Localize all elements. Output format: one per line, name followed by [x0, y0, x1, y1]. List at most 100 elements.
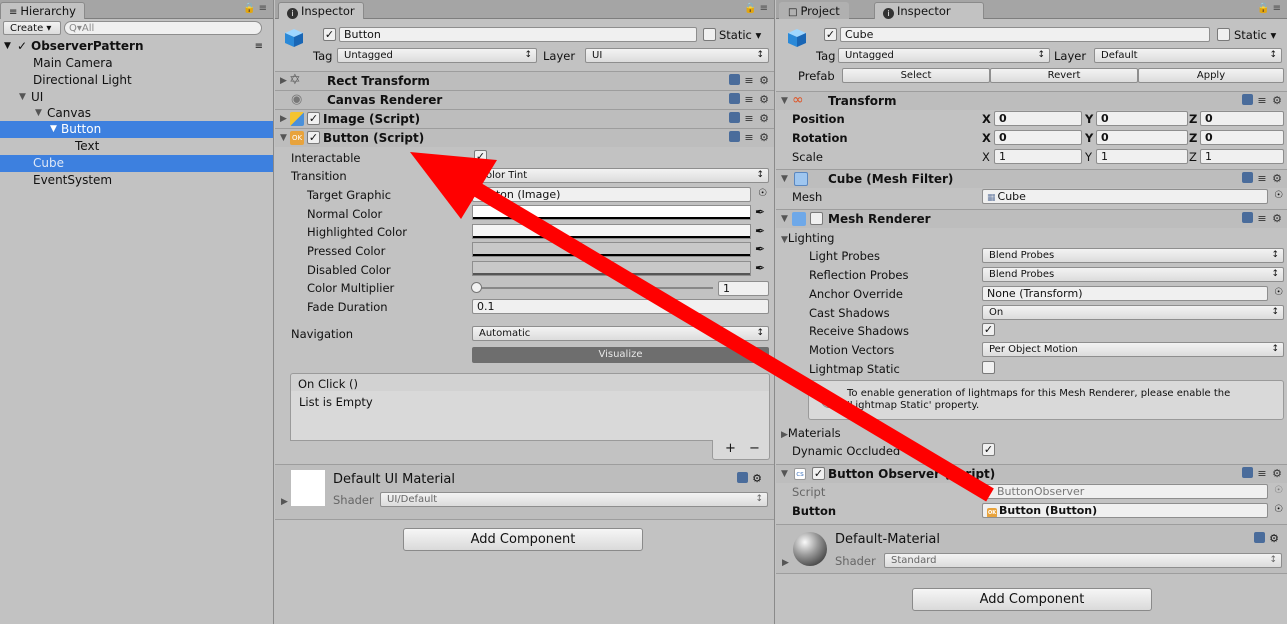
material-tools-icon[interactable]: ⚙: [737, 472, 762, 485]
reflection-probes-dropdown[interactable]: Blend Probes: [982, 267, 1284, 282]
eyedropper-icon[interactable]: ✒: [755, 242, 765, 256]
help-book-icon[interactable]: [1242, 94, 1254, 105]
help-book-icon[interactable]: [1242, 212, 1254, 223]
help-book-icon[interactable]: [729, 112, 741, 123]
rotation-y-input[interactable]: 0: [1096, 130, 1188, 145]
foldout-icon[interactable]: ▼: [781, 214, 788, 224]
image-enabled-checkbox[interactable]: ✓: [307, 112, 320, 125]
static-dropdown[interactable]: Static ▾: [719, 28, 761, 42]
color-multiplier-input[interactable]: 1: [718, 281, 769, 296]
add-component-button[interactable]: Add Component: [912, 588, 1152, 611]
active-checkbox[interactable]: ✓: [824, 28, 837, 41]
foldout-icon[interactable]: ▼: [35, 105, 42, 122]
foldout-icon[interactable]: ▶: [280, 76, 287, 86]
add-component-button[interactable]: Add Component: [403, 528, 643, 551]
foldout-icon[interactable]: ▼: [781, 469, 788, 479]
foldout-icon[interactable]: ▶: [781, 430, 788, 440]
help-book-icon[interactable]: [729, 93, 741, 104]
image-script-header[interactable]: ▶ ✓ Image (Script) ≡ ⚙: [275, 109, 774, 128]
foldout-icon[interactable]: ▶: [280, 114, 287, 124]
foldout-icon[interactable]: ▼: [280, 133, 287, 143]
component-tools-icon[interactable]: ≡ ⚙: [729, 131, 770, 144]
eyedropper-icon[interactable]: ✒: [755, 205, 765, 219]
button-observer-header[interactable]: ▼ cs ✓ Button Observer (Script) ≡ ⚙: [776, 464, 1287, 483]
tab-menu-icon[interactable]: 🔒 ≡: [243, 3, 267, 14]
rotation-x-input[interactable]: 0: [994, 130, 1082, 145]
static-checkbox[interactable]: [703, 28, 716, 41]
foldout-icon[interactable]: ▼: [19, 89, 26, 106]
color-multiplier-slider-track[interactable]: [476, 287, 713, 289]
add-event-button[interactable]: +: [725, 440, 736, 458]
tag-dropdown[interactable]: Untagged: [838, 48, 1050, 63]
object-picker-icon[interactable]: ☉: [1274, 190, 1283, 201]
dynamic-occluded-checkbox[interactable]: ✓: [982, 443, 995, 456]
component-tools-icon[interactable]: ≡ ⚙: [729, 93, 770, 106]
interactable-checkbox[interactable]: ✓: [474, 150, 487, 163]
scene-row[interactable]: ▼ ✓ ObserverPattern ≡: [0, 38, 273, 55]
hierarchy-item-ui[interactable]: ▼ UI: [0, 89, 273, 106]
highlighted-color-field[interactable]: [472, 224, 751, 239]
rotation-z-input[interactable]: 0: [1200, 130, 1284, 145]
materials-foldout[interactable]: ▶Materials: [781, 426, 841, 440]
help-book-icon[interactable]: [1242, 172, 1254, 183]
eyedropper-icon[interactable]: ✒: [755, 224, 765, 238]
prefab-revert-button[interactable]: Revert: [990, 68, 1138, 83]
light-probes-dropdown[interactable]: Blend Probes: [982, 248, 1284, 263]
hierarchy-item-main-camera[interactable]: Main Camera: [0, 55, 273, 72]
color-multiplier-slider-thumb[interactable]: [471, 282, 482, 293]
tag-dropdown[interactable]: Untagged: [337, 48, 537, 63]
target-graphic-field[interactable]: Button (Image): [472, 187, 751, 202]
position-z-input[interactable]: 0: [1200, 111, 1284, 126]
rect-transform-header[interactable]: ▶ ✡ Rect Transform ≡ ⚙: [275, 71, 774, 90]
fade-duration-input[interactable]: 0.1: [472, 299, 769, 314]
mesh-field[interactable]: ▦ Cube: [982, 189, 1268, 204]
scene-menu-icon[interactable]: ≡: [255, 38, 263, 55]
button-reference-field[interactable]: OK Button (Button): [982, 503, 1268, 518]
shader-dropdown[interactable]: Standard: [884, 553, 1282, 568]
help-book-icon[interactable]: [737, 472, 749, 483]
static-dropdown[interactable]: Static ▾: [1234, 28, 1276, 42]
navigation-dropdown[interactable]: Automatic: [472, 326, 769, 341]
foldout-icon[interactable]: ▼: [4, 38, 11, 55]
tab-hierarchy[interactable]: ≡ Hierarchy: [0, 2, 85, 19]
eyedropper-icon[interactable]: ✒: [755, 261, 765, 275]
shader-dropdown[interactable]: UI/Default: [380, 492, 768, 507]
tab-menu-icon[interactable]: 🔒 ≡: [1257, 3, 1281, 14]
component-tools-icon[interactable]: ≡ ⚙: [729, 112, 770, 125]
component-tools-icon[interactable]: ≡ ⚙: [1242, 94, 1283, 107]
gameobject-name-input[interactable]: Cube: [840, 27, 1210, 42]
help-book-icon[interactable]: [1242, 467, 1254, 478]
create-button[interactable]: Create ▾: [3, 21, 61, 35]
tab-project[interactable]: □ Project: [779, 2, 849, 19]
foldout-icon[interactable]: ▼: [781, 174, 788, 184]
active-checkbox[interactable]: ✓: [323, 28, 336, 41]
gameobject-name-input[interactable]: Button: [339, 27, 697, 42]
layer-dropdown[interactable]: Default: [1094, 48, 1282, 63]
scale-z-input[interactable]: 1: [1200, 149, 1284, 164]
foldout-icon[interactable]: ▼: [781, 96, 788, 106]
position-x-input[interactable]: 0: [994, 111, 1082, 126]
foldout-icon[interactable]: ▶: [782, 558, 789, 568]
mesh-filter-header[interactable]: ▼ Cube (Mesh Filter) ≡ ⚙: [776, 169, 1287, 188]
foldout-icon[interactable]: ▼: [781, 235, 788, 245]
position-y-input[interactable]: 0: [1096, 111, 1188, 126]
button-observer-enabled-checkbox[interactable]: ✓: [812, 467, 825, 480]
visualize-button[interactable]: Visualize: [472, 347, 769, 363]
receive-shadows-checkbox[interactable]: ✓: [982, 323, 995, 336]
remove-event-button[interactable]: −: [749, 440, 760, 458]
anchor-override-field[interactable]: None (Transform): [982, 286, 1268, 301]
scale-y-input[interactable]: 1: [1096, 149, 1188, 164]
pressed-color-field[interactable]: [472, 242, 751, 257]
layer-dropdown[interactable]: UI: [585, 48, 769, 63]
help-book-icon[interactable]: [729, 131, 741, 142]
hierarchy-item-directional-light[interactable]: Directional Light: [0, 72, 273, 89]
hierarchy-item-button[interactable]: ▼ Button: [0, 121, 273, 138]
object-picker-icon[interactable]: ☉: [1274, 504, 1283, 515]
lightmap-static-checkbox[interactable]: [982, 361, 995, 374]
normal-color-field[interactable]: [472, 205, 751, 220]
object-picker-icon[interactable]: ☉: [758, 188, 767, 199]
motion-vectors-dropdown[interactable]: Per Object Motion: [982, 342, 1284, 357]
hierarchy-item-cube[interactable]: Cube: [0, 155, 273, 172]
component-tools-icon[interactable]: ≡ ⚙: [1242, 467, 1283, 480]
hierarchy-item-eventsystem[interactable]: EventSystem: [0, 172, 273, 189]
